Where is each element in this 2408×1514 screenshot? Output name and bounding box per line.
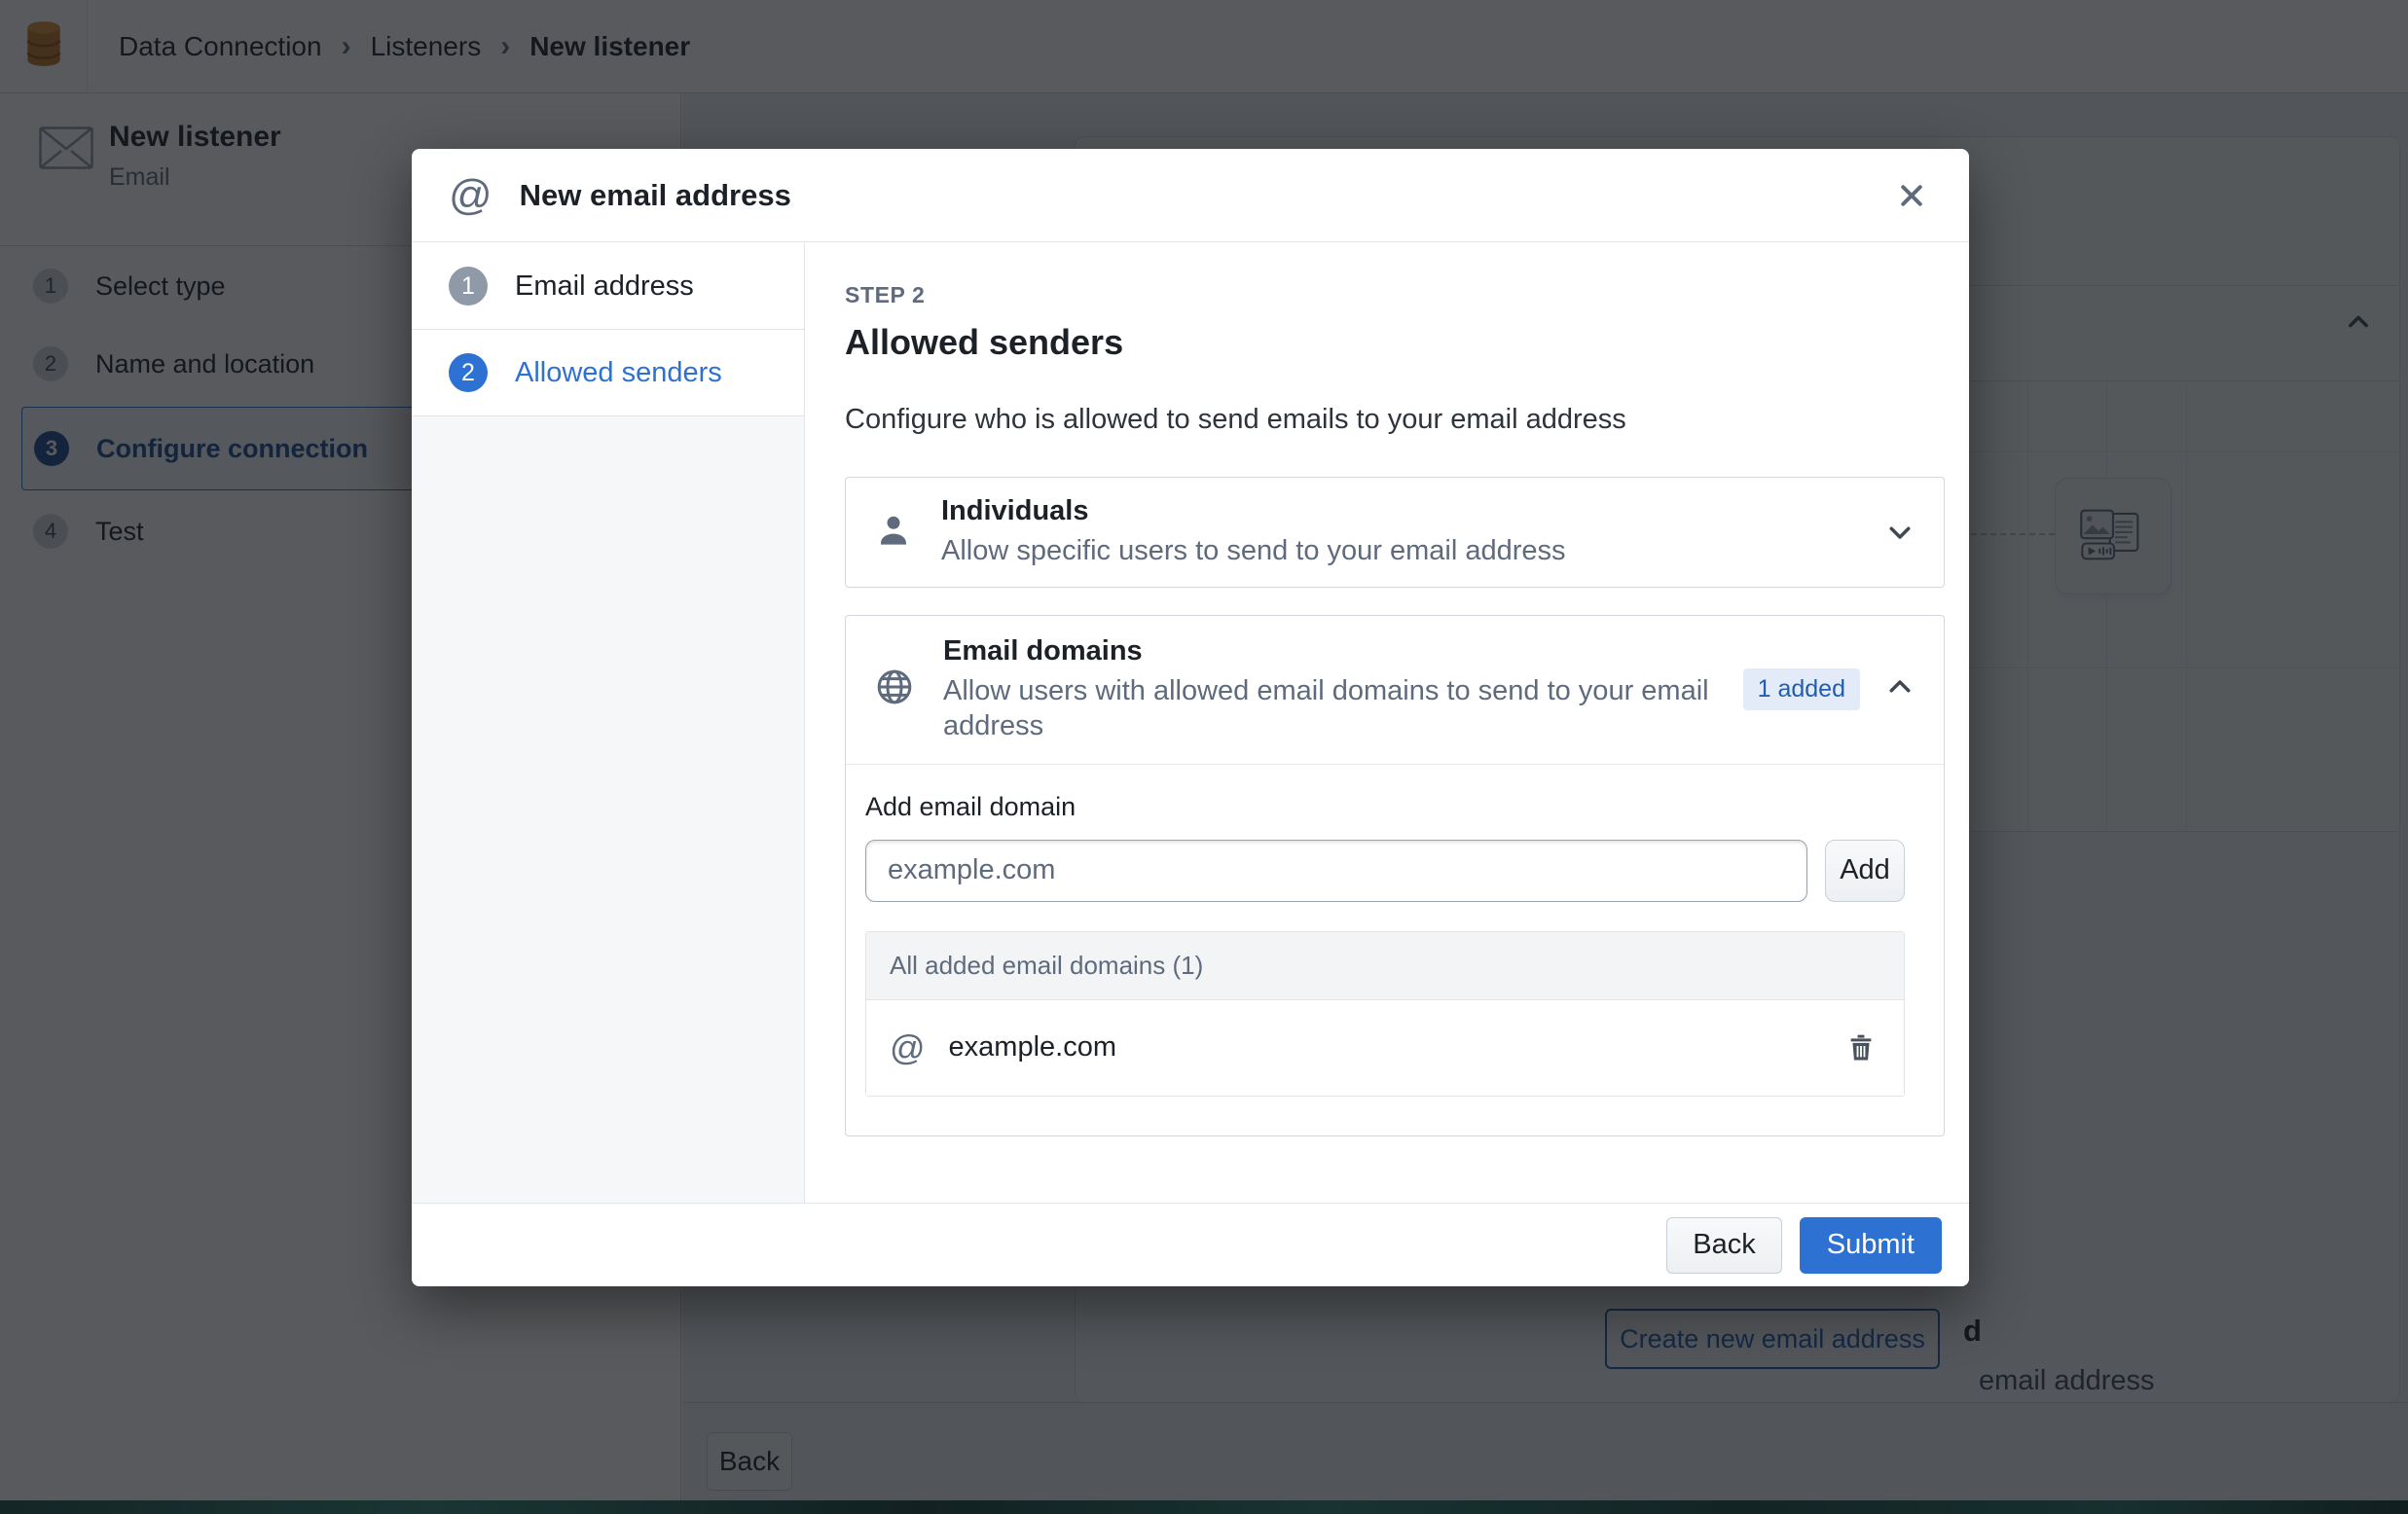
chevron-up-icon[interactable]	[1885, 672, 1915, 706]
dialog-title: New email address	[520, 178, 791, 213]
screen: Data Connection › Listeners › New listen…	[0, 0, 2408, 1514]
added-domains-list-header: All added email domains (1)	[866, 932, 1904, 1000]
individuals-subtitle: Allow specific users to send to your ema…	[941, 533, 1566, 568]
at-icon: @	[890, 1030, 926, 1065]
individuals-accordion[interactable]: Individuals Allow specific users to send…	[845, 477, 1945, 588]
dialog-step-allowed-senders[interactable]: 2 Allowed senders	[412, 330, 804, 416]
delete-domain-icon[interactable]	[1842, 1028, 1880, 1067]
domain-list-item: @ example.com	[866, 1000, 1904, 1096]
dialog-step-label: Allowed senders	[515, 357, 722, 389]
domain-name: example.com	[949, 1031, 1116, 1063]
at-icon: @	[449, 174, 493, 217]
step-indicator: STEP 2	[845, 282, 1945, 308]
step-number-badge: 1	[449, 267, 488, 306]
submit-button[interactable]: Submit	[1800, 1217, 1942, 1274]
email-domains-body: Add email domain Add All added email dom…	[846, 765, 1944, 1136]
domain-input[interactable]	[865, 840, 1807, 902]
email-domains-accordion: Email domains Allow users with allowed e…	[845, 615, 1945, 1136]
dialog-body: STEP 2 Allowed senders Configure who is …	[806, 243, 1969, 1203]
individuals-title: Individuals	[941, 495, 1566, 527]
person-icon	[875, 512, 912, 554]
dialog-step-email-address[interactable]: 1 Email address	[412, 243, 804, 330]
add-domain-button[interactable]: Add	[1825, 840, 1905, 902]
add-domain-label: Add email domain	[865, 792, 1905, 822]
close-icon[interactable]	[1891, 175, 1932, 216]
dialog-header: @ New email address	[412, 149, 1969, 242]
page-title: Allowed senders	[845, 322, 1945, 363]
email-domains-header[interactable]: Email domains Allow users with allowed e…	[846, 616, 1944, 765]
dialog-step-label: Email address	[515, 270, 694, 303]
dialog-step-nav: 1 Email address 2 Allowed senders	[412, 243, 805, 1203]
new-email-address-dialog: @ New email address 1 Email address 2 Al…	[412, 149, 1969, 1286]
dialog-footer: Back Submit	[412, 1203, 1969, 1286]
chevron-down-icon[interactable]	[1885, 518, 1915, 547]
step-number-badge: 2	[449, 353, 488, 392]
added-count-badge: 1 added	[1743, 668, 1860, 710]
back-button[interactable]: Back	[1666, 1217, 1781, 1274]
globe-icon	[875, 667, 914, 711]
page-description: Configure who is allowed to send emails …	[845, 404, 1945, 436]
added-domains-list: All added email domains (1) @ example.co…	[865, 931, 1905, 1097]
email-domains-subtitle: Allow users with allowed email domains t…	[943, 673, 1712, 744]
email-domains-title: Email domains	[943, 635, 1712, 667]
